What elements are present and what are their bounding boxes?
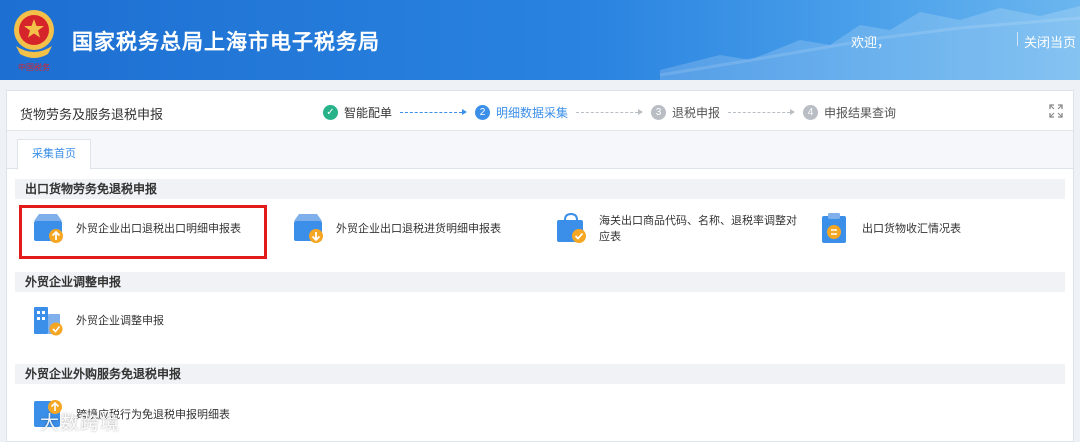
step-label: 智能配单 — [344, 105, 393, 120]
building-adjust-icon — [34, 307, 63, 336]
watermark-logo-icon — [8, 409, 34, 434]
section-heading: 出口货物劳务免退税申报 — [15, 179, 1065, 199]
step-arrow — [576, 109, 644, 115]
customs-code-table-link[interactable]: 海关出口商品代码、名称、退税率调整对应表 — [554, 211, 799, 245]
item-label: 外贸企业调整申报 — [76, 315, 164, 327]
emblem-caption: 中国税务 — [18, 62, 50, 72]
item-label: 出口货物收汇情况表 — [862, 223, 961, 235]
welcome-text: 欢迎， — [851, 35, 891, 50]
step-number-icon: 2 — [475, 104, 491, 120]
forex-receipt-table-link[interactable]: 出口货物收汇情况表 — [817, 211, 961, 245]
header-divider — [1017, 32, 1018, 46]
step-result-query[interactable]: 4 申报结果查询 — [803, 104, 896, 121]
close-page-link[interactable]: 关闭当页 — [1024, 32, 1076, 51]
tab-collection-home[interactable]: 采集首页 — [17, 139, 91, 170]
step-label: 申报结果查询 — [824, 105, 897, 120]
purchase-download-icon — [294, 214, 323, 243]
adjustment-declaration-link[interactable]: 外贸企业调整申报 — [31, 303, 164, 337]
progress-steps: ✓ 智能配单 2 明细数据采集 3 退税申报 4 申报结果查询 — [323, 103, 896, 121]
item-label: 外贸企业出口退税进货明细申报表 — [336, 223, 501, 235]
site-title: 国家税务总局上海市电子税务局 — [72, 31, 380, 54]
site-header: 中国税务 国家税务总局上海市电子税务局 欢迎， 关闭当页 — [0, 0, 1080, 80]
step-label: 退税申报 — [672, 105, 721, 120]
step-number-icon: 3 — [651, 104, 667, 120]
customs-bag-icon — [557, 212, 586, 243]
step-label: 明细数据采集 — [496, 105, 569, 120]
module-topbar: 货物劳务及服务退税申报 ✓ 智能配单 2 明细数据采集 3 退税申报 4 申报结… — [7, 91, 1073, 131]
check-circle-icon: ✓ — [323, 104, 338, 120]
fullscreen-expand-icon[interactable] — [1049, 104, 1063, 118]
step-smart-matching[interactable]: ✓ 智能配单 — [323, 104, 392, 121]
item-label: 海关出口商品代码、名称、退税率调整对应表 — [599, 215, 797, 243]
purchase-detail-report-link[interactable]: 外贸企业出口退税进货明细申报表 — [291, 211, 501, 245]
tab-bar: 采集首页 — [7, 131, 1073, 170]
step-arrow — [728, 109, 796, 115]
watermark-text: 大数跨境 — [40, 413, 121, 434]
step-number-icon: 4 — [803, 104, 819, 120]
section-heading: 外贸企业外购服务免退税申报 — [15, 364, 1065, 384]
watermark: 大数跨境 — [8, 408, 120, 435]
step-refund-declaration[interactable]: 3 退税申报 — [651, 104, 720, 121]
clipboard-icon — [822, 213, 846, 243]
step-arrow — [400, 109, 468, 115]
section-heading: 外贸企业调整申报 — [15, 272, 1065, 292]
module-title: 货物劳务及服务退税申报 — [20, 107, 164, 122]
highlight-annotation — [19, 205, 267, 259]
main-panel: 货物劳务及服务退税申报 ✓ 智能配单 2 明细数据采集 3 退税申报 4 申报结… — [6, 90, 1074, 442]
step-detail-collection[interactable]: 2 明细数据采集 — [475, 104, 568, 121]
tax-emblem-logo: 中国税务 — [14, 10, 54, 72]
